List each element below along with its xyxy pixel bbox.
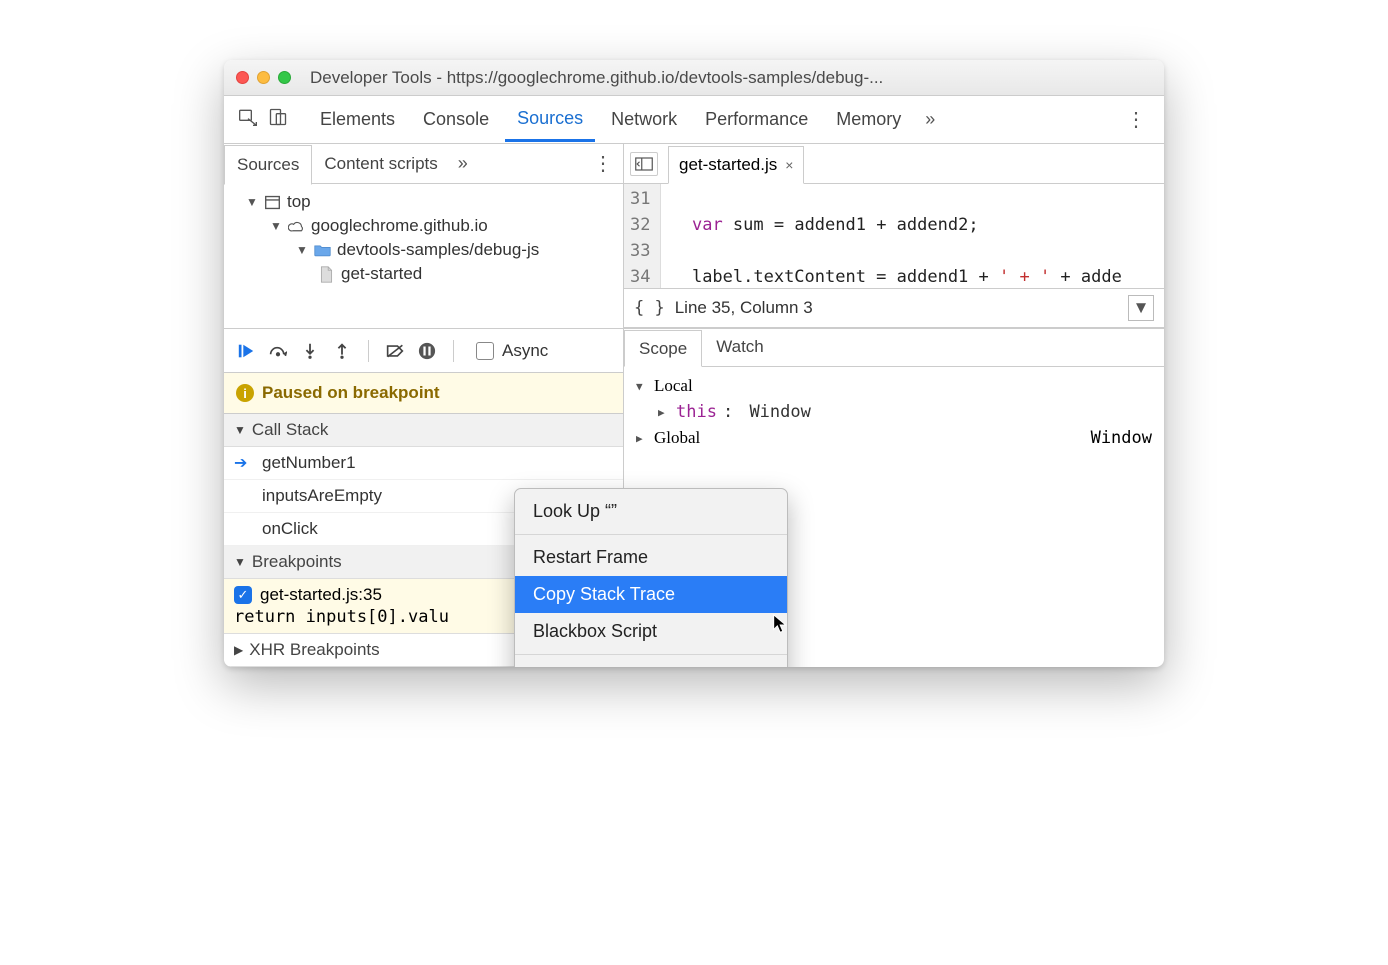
navigator-menu-icon[interactable]: ⋮ <box>583 145 623 182</box>
tab-console[interactable]: Console <box>411 99 501 140</box>
file-tab-get-started[interactable]: get-started.js × <box>668 146 804 184</box>
menu-blackbox-script[interactable]: Blackbox Script <box>515 613 787 650</box>
settings-menu-icon[interactable]: ⋮ <box>1116 101 1156 138</box>
menu-separator <box>515 654 787 655</box>
editor-status-bar: { } Line 35, Column 3 ▼ <box>624 288 1164 328</box>
tab-memory[interactable]: Memory <box>824 99 913 140</box>
step-into-button[interactable] <box>298 339 322 363</box>
breakpoint-label: get-started.js:35 <box>260 585 382 605</box>
paused-banner: i Paused on breakpoint <box>224 373 623 414</box>
window-frame-icon <box>264 194 281 211</box>
tab-watch[interactable]: Watch <box>702 329 778 366</box>
call-stack-title: Call Stack <box>252 420 329 440</box>
scope-watch-tabs: Scope Watch <box>624 329 1164 367</box>
context-menu: Look Up “” Restart Frame Copy Stack Trac… <box>514 488 788 667</box>
menu-look-up[interactable]: Look Up “” <box>515 493 787 530</box>
tree-folder[interactable]: ▼ devtools-samples/debug-js <box>224 238 623 262</box>
panel-tabs: Elements Console Sources Network Perform… <box>224 96 1164 144</box>
subtab-content-scripts[interactable]: Content scripts <box>312 145 449 183</box>
call-stack-frame-0[interactable]: ➔ getNumber1 <box>224 447 623 480</box>
cursor-position: Line 35, Column 3 <box>675 298 813 318</box>
device-toggle-icon[interactable] <box>268 107 288 132</box>
menu-restart-frame[interactable]: Restart Frame <box>515 539 787 576</box>
editor-tabs: get-started.js × <box>624 144 1164 184</box>
editor-pane: get-started.js × 31 32 33 34 var sum = a… <box>624 144 1164 328</box>
step-out-button[interactable] <box>330 339 354 363</box>
async-toggle[interactable]: Async <box>476 341 548 361</box>
navigator-pane: Sources Content scripts » ⋮ ▼ top ▼ goog… <box>224 144 624 328</box>
window-title: Developer Tools - https://googlechrome.g… <box>310 68 883 88</box>
separator <box>453 340 454 362</box>
mouse-cursor-icon <box>772 614 790 634</box>
tree-folder-label: devtools-samples/debug-js <box>337 240 539 260</box>
devtools-window: Developer Tools - https://googlechrome.g… <box>224 60 1164 667</box>
editor-options-dropdown[interactable]: ▼ <box>1128 295 1154 321</box>
breakpoints-title: Breakpoints <box>252 552 342 572</box>
minimize-window-button[interactable] <box>257 71 270 84</box>
line-gutter: 31 32 33 34 <box>624 184 661 288</box>
tree-file-label: get-started <box>341 264 422 284</box>
menu-separator <box>515 534 787 535</box>
tree-top[interactable]: ▼ top <box>224 190 623 214</box>
close-file-tab-icon[interactable]: × <box>785 157 793 173</box>
file-icon <box>318 266 335 283</box>
deactivate-breakpoints-button[interactable] <box>383 339 407 363</box>
tabs-overflow-icon[interactable]: » <box>917 103 943 136</box>
tab-scope[interactable]: Scope <box>624 330 702 367</box>
resume-button[interactable] <box>234 339 258 363</box>
tree-top-label: top <box>287 192 311 212</box>
menu-speech[interactable]: Speech ▶ <box>515 659 787 667</box>
inspect-element-icon[interactable] <box>238 107 258 132</box>
async-label: Async <box>502 341 548 361</box>
subtabs-overflow-icon[interactable]: » <box>450 147 476 180</box>
code-editor[interactable]: 31 32 33 34 var sum = addend1 + addend2;… <box>624 184 1164 288</box>
scope-this[interactable]: ▶ this: Window <box>624 399 1164 425</box>
file-tree: ▼ top ▼ googlechrome.github.io ▼ devtool… <box>224 184 623 292</box>
menu-copy-stack-trace[interactable]: Copy Stack Trace <box>515 576 787 613</box>
debug-toolbar: Async <box>224 329 623 373</box>
async-checkbox[interactable] <box>476 342 494 360</box>
breakpoint-checkbox[interactable]: ✓ <box>234 586 252 604</box>
tab-elements[interactable]: Elements <box>308 99 407 140</box>
zoom-window-button[interactable] <box>278 71 291 84</box>
close-window-button[interactable] <box>236 71 249 84</box>
pretty-print-icon[interactable]: { } <box>634 298 665 318</box>
scope-body: ▼ Local ▶ this: Window ▶ Global Window <box>624 367 1164 457</box>
traffic-lights <box>236 71 291 84</box>
call-stack-header[interactable]: ▼ Call Stack <box>224 414 623 447</box>
tab-network[interactable]: Network <box>599 99 689 140</box>
tab-sources[interactable]: Sources <box>505 98 595 142</box>
file-tab-label: get-started.js <box>679 155 777 175</box>
tab-performance[interactable]: Performance <box>693 99 820 140</box>
tree-file[interactable]: get-started <box>224 262 623 286</box>
pause-on-exceptions-button[interactable] <box>415 339 439 363</box>
titlebar: Developer Tools - https://googlechrome.g… <box>224 60 1164 96</box>
scope-global[interactable]: ▶ Global Window <box>624 425 1164 451</box>
step-over-button[interactable] <box>266 339 290 363</box>
subtab-sources[interactable]: Sources <box>224 145 312 185</box>
xhr-breakpoints-title: XHR Breakpoints <box>249 640 379 660</box>
dock-icons <box>232 107 304 132</box>
folder-icon <box>314 242 331 259</box>
current-frame-arrow-icon: ➔ <box>234 453 254 473</box>
tree-domain[interactable]: ▼ googlechrome.github.io <box>224 214 623 238</box>
tree-domain-label: googlechrome.github.io <box>311 216 488 236</box>
code-body: var sum = addend1 + addend2; label.textC… <box>661 184 1131 288</box>
sources-main: Sources Content scripts » ⋮ ▼ top ▼ goog… <box>224 144 1164 329</box>
navigator-tabs: Sources Content scripts » ⋮ <box>224 144 623 184</box>
paused-label: Paused on breakpoint <box>262 383 440 403</box>
scope-local[interactable]: ▼ Local <box>624 373 1164 399</box>
info-icon: i <box>236 384 254 402</box>
cloud-icon <box>288 218 305 235</box>
separator <box>368 340 369 362</box>
toggle-navigator-button[interactable] <box>630 152 658 176</box>
